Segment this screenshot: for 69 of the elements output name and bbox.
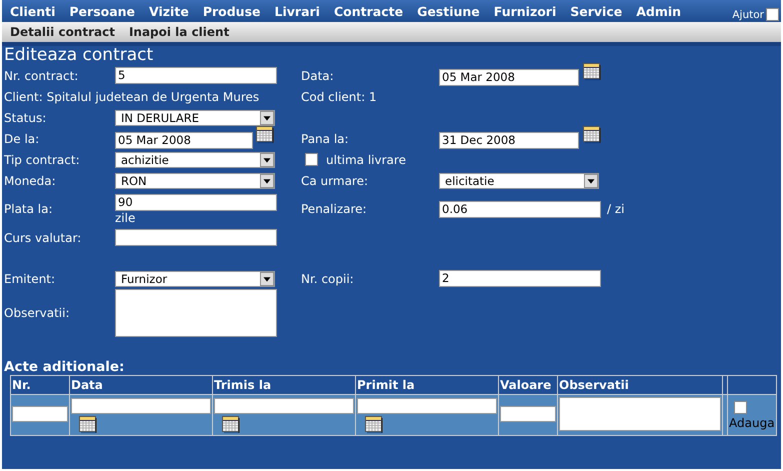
menu-item[interactable]: Livrari xyxy=(274,4,320,18)
menu-item[interactable]: Produse xyxy=(202,4,260,18)
calendar-icon[interactable] xyxy=(256,126,274,143)
date-field[interactable]: 05 Mar 2008 xyxy=(439,69,579,86)
column-header: Observatii xyxy=(558,376,722,394)
dropdown[interactable]: achizitie xyxy=(115,152,275,168)
date-field[interactable]: 05 Mar 2008 xyxy=(115,132,253,149)
calendar-icon[interactable] xyxy=(79,416,97,432)
dropdown[interactable]: RON xyxy=(115,172,275,188)
field-label: Penalizare: xyxy=(301,202,368,216)
help-label: Ajutor xyxy=(732,9,764,21)
input-field[interactable] xyxy=(12,406,68,422)
field-label: De la: xyxy=(4,132,40,146)
calendar-icon[interactable] xyxy=(222,416,240,432)
calendar-icon[interactable] xyxy=(583,126,601,143)
calendar-icon[interactable] xyxy=(365,416,383,432)
checkbox-label: Adauga xyxy=(729,416,775,430)
unit-label: / zi xyxy=(607,202,624,216)
field-label: Status: xyxy=(4,110,48,124)
field-label: Ca urmare: xyxy=(301,174,370,188)
text-area[interactable] xyxy=(115,289,277,337)
menu-item[interactable]: Clienti xyxy=(10,4,56,18)
section-heading: Acte aditionale: xyxy=(4,359,126,375)
calendar-icon[interactable] xyxy=(583,63,601,80)
column-header: Nr. xyxy=(10,376,70,394)
input-field[interactable]: 2 xyxy=(439,270,601,287)
column-header: Primit la xyxy=(356,376,498,394)
menu-item[interactable]: Persoane xyxy=(69,4,136,18)
sub-navigation-link[interactable]: Detalii contract xyxy=(10,25,115,39)
checkbox[interactable] xyxy=(734,400,747,414)
input-field[interactable] xyxy=(500,406,556,422)
field-label: Moneda: xyxy=(4,174,57,188)
date-field[interactable] xyxy=(71,398,211,414)
field-label: Pana la: xyxy=(301,132,350,146)
field-label: Curs valutar: xyxy=(4,230,82,244)
input-field[interactable]: 0.06 xyxy=(439,200,601,218)
dropdown[interactable]: Furnizor xyxy=(115,270,275,286)
info-text: Cod client: 1 xyxy=(301,90,377,104)
menu-item[interactable]: Service xyxy=(570,4,622,18)
sub-navigation-link[interactable]: Inapoi la client xyxy=(128,25,230,39)
field-label: Emitent: xyxy=(4,272,56,286)
field-label: Data: xyxy=(301,68,335,82)
page-title: Editeaza contract xyxy=(4,46,154,65)
info-text: Client: Spitalul judetean de Urgenta Mures xyxy=(4,90,260,104)
checkbox-label: ultima livrare xyxy=(326,152,406,166)
unit-label: zile xyxy=(115,210,136,224)
dropdown[interactable]: elicitatie xyxy=(439,172,599,188)
menu-item[interactable]: Admin xyxy=(636,4,682,18)
input-field[interactable]: 5 xyxy=(115,67,277,84)
checkbox[interactable] xyxy=(305,153,318,166)
date-field[interactable]: 31 Dec 2008 xyxy=(439,132,579,149)
column-header: Data xyxy=(70,376,212,394)
menu-item[interactable]: Vizite xyxy=(149,4,189,18)
text-area[interactable] xyxy=(559,396,721,430)
field-label: Observatii: xyxy=(4,306,71,320)
field-label: Nr. contract: xyxy=(4,68,80,82)
menu-item[interactable]: Contracte xyxy=(334,4,404,18)
help-checkbox[interactable] xyxy=(766,8,779,21)
date-field[interactable] xyxy=(357,398,497,414)
column-header: Trimis la xyxy=(212,376,356,394)
field-label: Plata la: xyxy=(4,202,54,216)
input-field[interactable]: 90 xyxy=(115,194,277,210)
field-label: Nr. copii: xyxy=(301,272,355,286)
menu-item[interactable]: Furnizori xyxy=(494,4,556,18)
dropdown[interactable]: IN DERULARE xyxy=(115,110,275,126)
date-field[interactable] xyxy=(214,398,354,414)
field-label: Tip contract: xyxy=(4,152,81,166)
input-field[interactable] xyxy=(115,229,277,246)
menu-item[interactable]: Gestiune xyxy=(417,4,480,18)
